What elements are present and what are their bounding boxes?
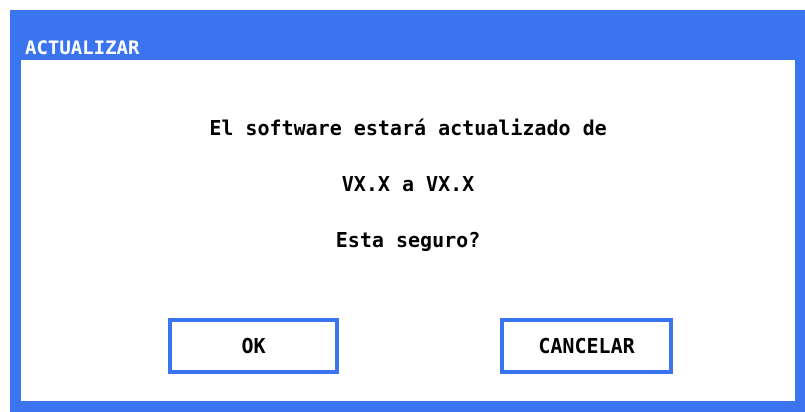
ok-button[interactable]: OK — [168, 318, 339, 374]
ok-button-label: OK — [241, 334, 266, 358]
cancel-button[interactable]: CANCELAR — [500, 318, 673, 374]
dialog-title-bar: ACTUALIZAR — [10, 10, 805, 60]
dialog-title: ACTUALIZAR — [25, 37, 140, 59]
cancel-button-label: CANCELAR — [538, 334, 635, 358]
update-dialog: ACTUALIZAR El software estará actualizad… — [10, 10, 805, 412]
message-line-3: Esta seguro? — [335, 228, 481, 252]
message-line-1: El software estará actualizado de — [209, 116, 607, 140]
dialog-body: El software estará actualizado de VX.X a… — [21, 60, 795, 401]
message-line-2: VX.X a VX.X — [341, 172, 475, 196]
